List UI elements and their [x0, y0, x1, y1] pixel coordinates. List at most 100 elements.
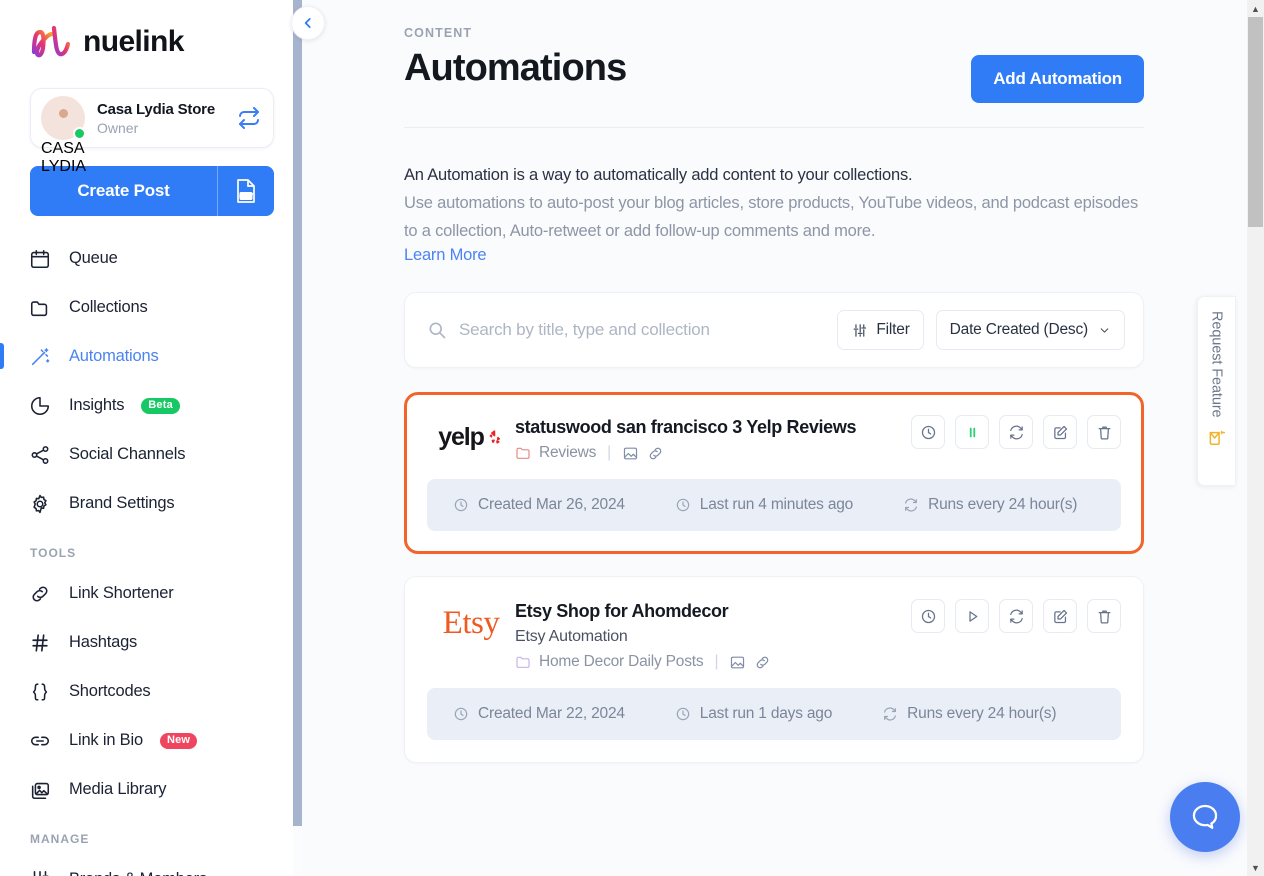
- sidebar-item-brands-members[interactable]: Brands & Members: [0, 855, 302, 876]
- filter-label: Filter: [876, 321, 910, 338]
- automation-meta: Created Mar 22, 2024 Last run 1 days ago: [427, 688, 1121, 740]
- chevron-down-icon: [1100, 327, 1109, 333]
- add-automation-button[interactable]: Add Automation: [971, 55, 1144, 103]
- search-input[interactable]: [459, 320, 826, 340]
- window-scrollbar[interactable]: ▲ ▼: [1247, 0, 1264, 876]
- yelp-logo-text: yelp: [438, 423, 485, 451]
- csv-file-icon: CSV: [237, 179, 255, 203]
- automation-card[interactable]: yelp statuswood san francisco 3 Yelp Rev…: [404, 392, 1144, 554]
- link-icon[interactable]: [754, 654, 771, 671]
- delete-automation-button[interactable]: [1087, 599, 1121, 633]
- app-logo[interactable]: nuelink: [0, 0, 302, 62]
- brand-switcher-card[interactable]: CASA LYDIA Casa Lydia Store Owner: [30, 88, 274, 175]
- pause-icon: [969, 427, 975, 437]
- meta-last-run: Last run 4 minutes ago: [675, 496, 853, 514]
- automation-collection[interactable]: Reviews |: [515, 444, 911, 462]
- sidebar-item-link-shortener[interactable]: Link Shortener: [0, 569, 302, 618]
- link-icon[interactable]: [647, 445, 664, 462]
- sidebar-item-automations[interactable]: Automations: [0, 332, 302, 381]
- sidebar-item-queue[interactable]: Queue: [0, 234, 302, 283]
- sync-refresh-icon: [1009, 425, 1023, 439]
- sort-dropdown[interactable]: Date Created (Desc): [935, 310, 1125, 350]
- chat-bubble-icon: [1192, 804, 1218, 829]
- window-scrollbar-thumb[interactable]: [1248, 17, 1263, 227]
- sync-refresh-button[interactable]: [999, 599, 1033, 633]
- request-feature-label: Request Feature: [1208, 311, 1225, 418]
- chain-link-icon: [28, 729, 52, 753]
- status-online-dot: [73, 127, 86, 140]
- automation-title: Etsy Shop for Ahomdecor: [515, 601, 729, 621]
- history-clock-icon-button[interactable]: [911, 599, 945, 633]
- swap-icon[interactable]: [237, 106, 261, 130]
- sidebar-item-label: Collections: [69, 298, 148, 316]
- meta-created-text: Created Mar 22, 2024: [478, 705, 625, 722]
- sidebar-item-collections[interactable]: Collections: [0, 283, 302, 332]
- sync-refresh-button[interactable]: [999, 415, 1033, 449]
- megaphone-send-icon: [1209, 430, 1225, 445]
- automation-collection[interactable]: Home Decor Daily Posts |: [515, 653, 911, 671]
- calendar-icon: [28, 247, 52, 271]
- sidebar-item-label: Social Channels: [69, 445, 186, 463]
- automation-title: statuswood san francisco 3 Yelp Reviews: [515, 417, 857, 437]
- edit-automation-button[interactable]: [1043, 415, 1077, 449]
- meta-created: Created Mar 22, 2024: [453, 705, 625, 723]
- csv-import-button[interactable]: CSV: [218, 166, 274, 216]
- images-icon: [28, 778, 52, 802]
- breadcrumb: CONTENT: [404, 26, 473, 40]
- brand-role: Owner: [97, 119, 139, 136]
- primary-nav: Queue Collections Automations Insights B…: [0, 234, 302, 876]
- sidebar-item-label: Brands & Members: [69, 870, 207, 876]
- sliders-icon: [28, 868, 52, 876]
- etsy-logo-icon: Etsy: [427, 595, 515, 640]
- automation-card[interactable]: Etsy Etsy Shop for Ahomdecor Etsy Automa…: [404, 576, 1144, 763]
- description-line-2: Use automations to auto-post your blog a…: [404, 194, 1139, 240]
- page-description: An Automation is a way to automatically …: [302, 128, 1264, 265]
- sort-value: Date Created (Desc): [949, 321, 1089, 338]
- sidebar-collapse-button[interactable]: [291, 6, 325, 40]
- clock-icon: [676, 498, 690, 512]
- clock-icon: [454, 498, 468, 512]
- sidebar-item-hashtags[interactable]: Hashtags: [0, 618, 302, 667]
- yelp-burst-icon: [489, 430, 500, 444]
- learn-more-link[interactable]: Learn More: [404, 246, 487, 265]
- trash-icon: [1098, 426, 1110, 440]
- scroll-up-arrow[interactable]: ▲: [1247, 0, 1264, 17]
- pause-automation-button[interactable]: [955, 415, 989, 449]
- gear-icon: [28, 492, 52, 516]
- image-icon[interactable]: [729, 654, 746, 671]
- sidebar-item-label: Hashtags: [69, 633, 138, 651]
- run-automation-button[interactable]: [955, 599, 989, 633]
- collection-name: Reviews: [539, 444, 597, 461]
- page-title: Automations: [404, 47, 627, 89]
- beta-badge: Beta: [141, 397, 180, 414]
- meta-frequency-text: Runs every 24 hour(s): [907, 705, 1057, 722]
- chevron-left-icon: [304, 18, 311, 28]
- sidebar-item-shortcodes[interactable]: Shortcodes: [0, 667, 302, 716]
- chat-support-button[interactable]: [1170, 782, 1240, 852]
- folder-icon: [516, 447, 530, 459]
- delete-automation-button[interactable]: [1087, 415, 1121, 449]
- meta-last-run-text: Last run 4 minutes ago: [699, 496, 854, 513]
- automation-subtitle: Etsy Automation: [515, 628, 628, 645]
- meta-created-text: Created Mar 26, 2024: [478, 496, 625, 513]
- sidebar-item-label: Shortcodes: [69, 682, 151, 700]
- app-logo-text: nuelink: [83, 25, 184, 58]
- request-feature-tab[interactable]: Request Feature: [1197, 296, 1236, 486]
- filter-sliders-icon: [853, 323, 867, 337]
- history-clock-icon-button[interactable]: [911, 415, 945, 449]
- sidebar-scrollbar[interactable]: [293, 0, 302, 876]
- nuelink-logo-icon: [31, 25, 71, 58]
- sidebar-item-brand-settings[interactable]: Brand Settings: [0, 479, 302, 528]
- filter-button[interactable]: Filter: [837, 310, 924, 350]
- sidebar-item-social-channels[interactable]: Social Channels: [0, 430, 302, 479]
- svg-text:CSV: CSV: [240, 195, 252, 201]
- sidebar-item-insights[interactable]: Insights Beta: [0, 381, 302, 430]
- sidebar-item-media-library[interactable]: Media Library: [0, 765, 302, 814]
- image-icon[interactable]: [622, 445, 639, 462]
- meta-created: Created Mar 26, 2024: [453, 496, 625, 514]
- scroll-down-arrow[interactable]: ▼: [1247, 859, 1264, 876]
- sidebar-scrollbar-thumb[interactable]: [293, 0, 302, 826]
- edit-automation-button[interactable]: [1043, 599, 1077, 633]
- sidebar: nuelink CASA LYDIA Casa Lydia Store Owne…: [0, 0, 302, 876]
- sidebar-item-link-in-bio[interactable]: Link in Bio New: [0, 716, 302, 765]
